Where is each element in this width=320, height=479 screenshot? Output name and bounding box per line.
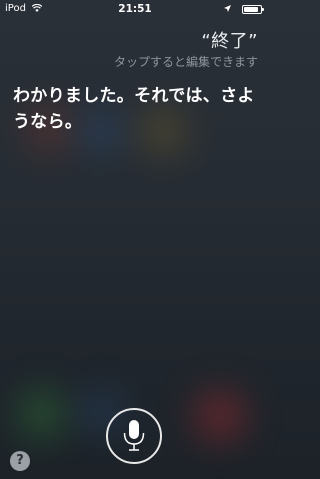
tap-to-edit-hint[interactable]: タップすると編集できます [114,53,258,70]
microphone-icon [123,420,145,451]
location-arrow-icon [224,5,231,12]
siri-query-text[interactable]: “終了” [201,27,258,53]
background-blur [194,390,246,442]
status-bar: iPod 21:51 [0,0,270,18]
background-blur [18,390,66,438]
battery-icon [242,5,264,14]
microphone-button[interactable] [106,408,162,464]
battery-level [244,7,259,12]
help-button[interactable]: ? [10,451,30,471]
siri-response-text: わかりました。それでは、さようなら。 [13,86,255,132]
